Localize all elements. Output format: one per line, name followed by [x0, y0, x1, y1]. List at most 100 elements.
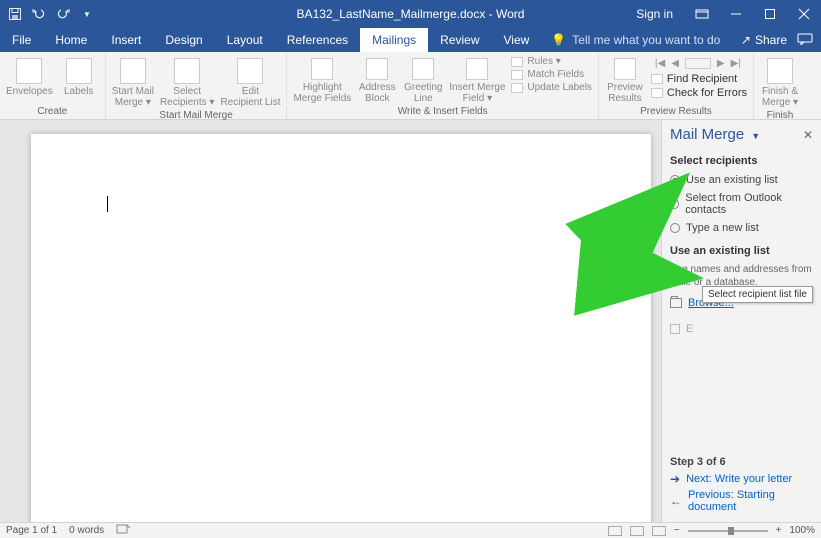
document-page[interactable]	[31, 134, 651, 522]
tab-references[interactable]: References	[275, 28, 360, 52]
tab-view[interactable]: View	[492, 28, 542, 52]
minimize-button[interactable]	[719, 0, 753, 28]
greeting-icon	[412, 58, 434, 80]
arrow-right-icon: ➔	[670, 472, 680, 486]
ribbon: Envelopes Labels Create Start Mail Merge…	[0, 52, 821, 120]
tell-me-placeholder: Tell me what you want to do	[572, 33, 720, 47]
check-icon	[651, 88, 663, 98]
undo-icon[interactable]	[32, 7, 46, 21]
prev-step-link[interactable]: ← Previous: Starting document	[670, 489, 813, 513]
update-icon	[511, 83, 523, 93]
redo-icon[interactable]	[56, 7, 70, 21]
tab-review[interactable]: Review	[428, 28, 491, 52]
tell-me-search[interactable]: 💡 Tell me what you want to do	[541, 28, 720, 52]
find-icon	[651, 74, 663, 84]
find-recipient-button[interactable]: Find Recipient	[651, 73, 747, 85]
group-label-write: Write & Insert Fields	[293, 104, 591, 117]
group-write-insert: Highlight Merge Fields Address Block Gre…	[287, 52, 598, 119]
address-block-button[interactable]: Address Block	[357, 56, 397, 104]
web-layout-button[interactable]	[652, 526, 666, 536]
check-errors-button[interactable]: Check for Errors	[651, 87, 747, 99]
quick-access-toolbar: ▼	[0, 7, 94, 21]
group-label-preview: Preview Results	[605, 104, 747, 117]
next-record-icon[interactable]: ▶	[717, 58, 725, 69]
radio-outlook-contacts[interactable]: Select from Outlook contacts	[670, 192, 813, 216]
zoom-out-button[interactable]: −	[674, 525, 680, 536]
radio-new-list[interactable]: Type a new list	[670, 222, 813, 234]
edit-list-icon	[237, 58, 263, 84]
section-use-existing: Use an existing list	[670, 245, 813, 257]
envelope-icon	[16, 58, 42, 84]
sign-in-link[interactable]: Sign in	[624, 0, 685, 28]
qat-dropdown-icon[interactable]: ▼	[80, 7, 94, 21]
content-area: Mail Merge ▼ ✕ Select recipients Use an …	[0, 120, 821, 522]
highlight-fields-button[interactable]: Highlight Merge Fields	[293, 56, 351, 104]
read-mode-button[interactable]	[608, 526, 622, 536]
document-viewport[interactable]	[0, 120, 661, 522]
record-number-field[interactable]	[685, 58, 711, 69]
tab-insert[interactable]: Insert	[99, 28, 153, 52]
text-cursor	[107, 196, 108, 212]
rules-button[interactable]: Rules ▾	[511, 56, 592, 67]
edit-recipient-list-button[interactable]: Edit Recipient List	[220, 56, 280, 108]
match-icon	[511, 70, 523, 80]
rules-icon	[511, 57, 523, 67]
envelopes-button[interactable]: Envelopes	[6, 56, 53, 97]
print-layout-button[interactable]	[630, 526, 644, 536]
share-button[interactable]: ↗ Share	[741, 33, 787, 47]
browse-tooltip: Select recipient list file	[702, 286, 813, 303]
group-start-mail-merge: Start Mail Merge ▾ Select Recipients ▾ E…	[106, 52, 288, 119]
record-nav[interactable]: |◀ ◀ ▶ ▶|	[651, 56, 747, 71]
radio-existing-list[interactable]: Use an existing list	[670, 174, 813, 186]
page-indicator[interactable]: Page 1 of 1	[6, 525, 57, 536]
tab-home[interactable]: Home	[43, 28, 99, 52]
pane-dropdown-icon[interactable]: ▼	[747, 131, 760, 141]
radio-icon	[670, 223, 680, 233]
match-fields-button[interactable]: Match Fields	[511, 69, 592, 80]
finish-merge-button[interactable]: Finish & Merge ▾	[760, 56, 800, 108]
insert-merge-field-button[interactable]: Insert Merge Field ▾	[449, 56, 505, 104]
arrow-left-icon: ←	[670, 494, 682, 508]
edit-list-disabled: E	[670, 323, 813, 335]
update-labels-button[interactable]: Update Labels	[511, 82, 592, 93]
tab-file[interactable]: File	[0, 28, 43, 52]
address-icon	[366, 58, 388, 80]
pane-title: Mail Merge	[670, 126, 744, 143]
zoom-in-button[interactable]: +	[776, 525, 782, 536]
group-label-create: Create	[6, 104, 99, 117]
zoom-slider[interactable]	[688, 530, 768, 532]
group-finish: Finish & Merge ▾ Finish	[754, 52, 806, 119]
tab-mailings[interactable]: Mailings	[360, 28, 428, 52]
section-select-recipients: Select recipients	[670, 155, 813, 167]
insert-field-icon	[466, 58, 488, 80]
labels-icon	[66, 58, 92, 84]
next-step-link[interactable]: ➔ Next: Write your letter	[670, 472, 813, 486]
tab-design[interactable]: Design	[153, 28, 214, 52]
comments-icon[interactable]	[797, 33, 813, 48]
save-icon[interactable]	[8, 7, 22, 21]
proofing-icon[interactable]	[116, 524, 130, 537]
labels-button[interactable]: Labels	[59, 56, 99, 97]
word-count[interactable]: 0 words	[69, 525, 104, 536]
zoom-level[interactable]: 100%	[789, 525, 815, 536]
start-mail-merge-button[interactable]: Start Mail Merge ▾	[112, 56, 154, 108]
preview-results-button[interactable]: Preview Results	[605, 56, 645, 104]
last-record-icon[interactable]: ▶|	[731, 58, 741, 69]
pane-footer: Step 3 of 6 ➔ Next: Write your letter ← …	[670, 456, 813, 516]
start-merge-icon	[120, 58, 146, 84]
share-icon: ↗	[741, 33, 751, 47]
greeting-line-button[interactable]: Greeting Line	[403, 56, 443, 104]
tab-layout[interactable]: Layout	[215, 28, 275, 52]
title-right: Sign in	[624, 0, 821, 28]
title-bar: ▼ BA132_LastName_Mailmerge.docx - Word S…	[0, 0, 821, 28]
select-recipients-button[interactable]: Select Recipients ▾	[160, 56, 215, 108]
prev-record-icon[interactable]: ◀	[671, 58, 679, 69]
pane-close-button[interactable]: ✕	[803, 128, 813, 142]
ribbon-tabs: File Home Insert Design Layout Reference…	[0, 28, 821, 52]
group-create: Envelopes Labels Create	[0, 52, 106, 119]
first-record-icon[interactable]: |◀	[655, 58, 665, 69]
close-button[interactable]	[787, 0, 821, 28]
ribbon-display-icon[interactable]	[685, 0, 719, 28]
recipients-icon	[174, 58, 200, 84]
maximize-button[interactable]	[753, 0, 787, 28]
